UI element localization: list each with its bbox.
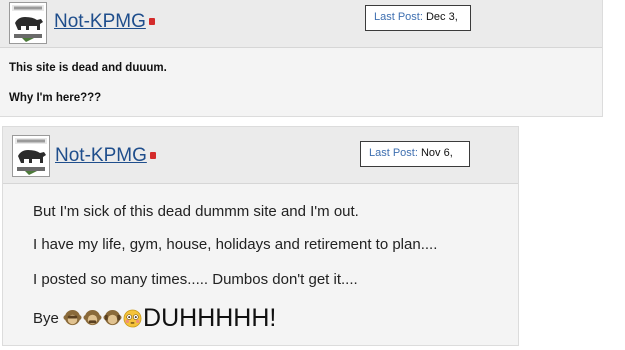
avatar[interactable] [9,2,47,44]
post-2-line-1: But I'm sick of this dead dummm site and… [33,203,359,220]
last-post-date: Nov 6, [420,147,453,159]
last-post-label: Last Post: [369,147,418,159]
online-status-icon [148,18,155,26]
post-1-line-1: This site is dead and duuum. [9,62,167,74]
post-2-line-3: I posted so many times..... Dumbos don't… [33,271,358,288]
username-link[interactable]: Not-KPMG [55,145,156,167]
username-link[interactable]: Not-KPMG [54,11,155,33]
duh-text: DUHHHHH! [143,304,277,332]
flushed-face-emoji-icon [123,309,142,328]
username-text[interactable]: Not-KPMG [55,145,147,166]
post-2-signoff: Bye DUHHHHH! [33,304,276,333]
post-1: Not-KPMG Last Post: Dec 3, This site is … [0,0,603,117]
monkey-emoji-icon [83,309,102,326]
last-post-box[interactable]: Last Post: Nov 6, [360,141,470,167]
post-2: Not-KPMG Last Post: Nov 6, But I'm sick … [2,126,519,346]
monkey-emoji-icon [103,309,122,326]
post-2-line-2: I have my life, gym, house, holidays and… [33,236,438,253]
last-post-label: Last Post: [374,11,423,23]
avatar-bear-icon [15,138,47,175]
last-post-box[interactable]: Last Post: Dec 3, [365,5,471,31]
avatar-bear-icon [12,5,44,42]
last-post-date: Dec 3, [425,11,458,23]
username-text[interactable]: Not-KPMG [54,11,146,32]
avatar[interactable] [12,135,50,177]
post-1-line-2: Why I'm here??? [9,92,102,104]
monkey-emoji-icon [63,309,82,326]
bye-text: Bye [33,310,59,327]
online-status-icon [149,152,156,160]
